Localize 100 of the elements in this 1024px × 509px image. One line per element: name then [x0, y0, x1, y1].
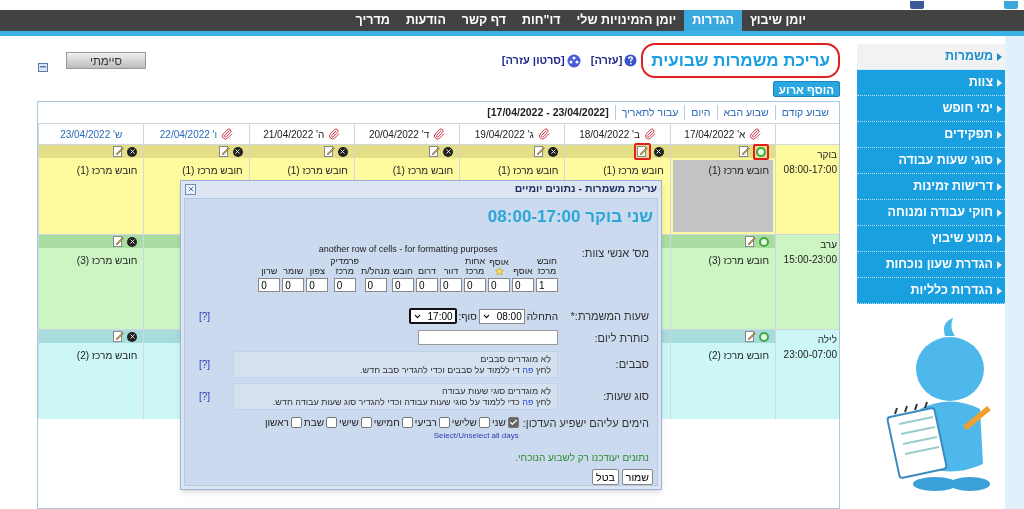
day-checkbox[interactable]: [360, 417, 372, 428]
nav-tab[interactable]: דף קשר: [453, 10, 515, 31]
day-header: ב' 18/04/2022: [579, 127, 640, 142]
day-checkbox[interactable]: [478, 417, 490, 428]
close-icon[interactable]: [443, 146, 454, 157]
help-link[interactable]: [?]: [199, 389, 211, 404]
close-button[interactable]: [185, 183, 196, 195]
nav-tab[interactable]: יומן שיבוץ: [741, 10, 814, 31]
field-label: כותרת ליום:: [594, 331, 649, 344]
role-name: מרכז: [465, 266, 485, 276]
edit-icon[interactable]: [113, 236, 125, 247]
caret-icon: [997, 130, 1002, 139]
shift-requirement: חובש מרכז (1): [602, 164, 665, 178]
save-button[interactable]: שמור: [621, 469, 653, 485]
day-label: שבת: [303, 416, 325, 430]
calendar-nav-link[interactable]: שבוע הבא: [716, 104, 775, 121]
day-checkbox[interactable]: [438, 417, 450, 428]
shift-name: בוקר: [816, 148, 837, 162]
edit-icon[interactable]: [745, 331, 756, 342]
paperclip-icon[interactable]: [433, 128, 446, 140]
role-name: מרכז: [335, 266, 354, 276]
day-header[interactable]: ו' 22/04/2022: [159, 126, 218, 142]
shift-requirement: חובש מרכז (1): [181, 164, 244, 178]
count-input[interactable]: 0: [488, 278, 510, 292]
caret-icon: [997, 156, 1002, 165]
edit-icon[interactable]: [739, 146, 750, 157]
day-checkbox[interactable]: [507, 417, 519, 428]
shift-requirement: חובש מרכז (3): [75, 254, 139, 268]
edit-icon[interactable]: [113, 331, 125, 342]
video-help-link[interactable]: [סרטון עזרה]: [501, 52, 565, 69]
nav-tab[interactable]: מדריך: [347, 10, 398, 31]
count-input[interactable]: 0: [464, 278, 486, 292]
day-label: שני: [491, 416, 506, 430]
help-link[interactable]: [עזרה]: [590, 52, 623, 69]
caret-icon: [997, 182, 1002, 191]
close-icon[interactable]: [232, 146, 243, 157]
role-name: חובש: [393, 266, 414, 276]
nav-tab[interactable]: דו"חות: [514, 10, 569, 31]
info-text: לא מוגדרים סוגי שעות עבודה: [441, 385, 551, 397]
day-checkbox[interactable]: [326, 417, 338, 428]
paperclip-icon[interactable]: [537, 128, 550, 140]
calendar-nav-link[interactable]: היום: [684, 104, 717, 121]
caret-icon: [997, 286, 1002, 295]
day-header[interactable]: ש' 23/04/2022: [60, 126, 123, 142]
count-input[interactable]: 1: [536, 278, 558, 292]
count-input[interactable]: 0: [416, 278, 438, 292]
day-header: ה' 21/04/2022: [263, 127, 325, 142]
count-input[interactable]: 0: [512, 278, 534, 292]
film-reel-icon: [566, 53, 581, 68]
close-icon[interactable]: [548, 146, 559, 157]
window-icon[interactable]: [38, 63, 48, 72]
count-input[interactable]: 0: [364, 278, 387, 292]
shift-hours: 15:00-23:00: [782, 253, 837, 267]
page-title: עריכת משמרות שבועית: [641, 42, 840, 79]
info-text: לא מוגדרים סבבים: [479, 353, 551, 365]
close-icon[interactable]: [337, 146, 348, 157]
paperclip-icon[interactable]: [328, 128, 341, 140]
shift-requirement: חובש מרכז (3): [707, 254, 770, 268]
count-input[interactable]: 0: [306, 278, 329, 292]
shift-name: לילה: [816, 333, 837, 347]
paperclip-icon[interactable]: [749, 128, 762, 140]
start-time-select[interactable]: 08:00: [478, 308, 525, 324]
help-link[interactable]: [?]: [199, 357, 211, 372]
formatting-note: another row of cells - for formatting purposes: [318, 242, 498, 256]
nav-tab[interactable]: הודעות: [397, 10, 454, 31]
count-input[interactable]: 0: [440, 278, 462, 292]
day-label: חמישי: [373, 416, 400, 430]
shift-hours: 23:00-07:00: [782, 348, 837, 362]
end-time-select[interactable]: 17:00: [408, 308, 457, 325]
caret-icon: [997, 52, 1002, 61]
calendar-nav-link[interactable]: שבוע קודם: [774, 104, 835, 121]
close-icon[interactable]: [653, 146, 664, 157]
link[interactable]: פה: [522, 364, 534, 375]
shift-requirement: חובש מרכז (1): [707, 164, 770, 178]
day-title-input[interactable]: [418, 330, 558, 346]
nav-tab[interactable]: יומן הזמינויות שלי: [568, 10, 685, 31]
cancel-button[interactable]: בטל: [592, 469, 619, 485]
day-checkbox[interactable]: [401, 417, 413, 428]
close-icon[interactable]: [127, 146, 138, 157]
shift-requirement: חובש מרכז (1): [75, 164, 139, 178]
role-name: מרכז: [537, 266, 557, 276]
paperclip-icon[interactable]: [221, 128, 234, 140]
help-link[interactable]: [?]: [199, 308, 211, 324]
day-label: שישי: [339, 416, 359, 430]
count-input[interactable]: 0: [258, 278, 281, 292]
caret-icon: [997, 260, 1002, 269]
close-icon[interactable]: [127, 331, 138, 342]
paperclip-icon[interactable]: [643, 128, 656, 140]
day-checkbox[interactable]: [290, 417, 302, 428]
count-input[interactable]: 0: [333, 278, 356, 292]
count-input[interactable]: 0: [282, 278, 305, 292]
edit-icon[interactable]: [745, 236, 756, 247]
select-all-link[interactable]: Select/Unselect all days: [433, 430, 519, 442]
link[interactable]: פה: [522, 396, 534, 407]
done-button[interactable]: סיימתי: [66, 52, 146, 69]
close-icon[interactable]: [127, 236, 138, 247]
calendar-nav-link[interactable]: עבור לתאריך: [614, 104, 685, 121]
start-label: התחלה: [526, 309, 558, 324]
count-input[interactable]: 0: [392, 278, 414, 292]
role-name: חובש: [537, 256, 558, 266]
